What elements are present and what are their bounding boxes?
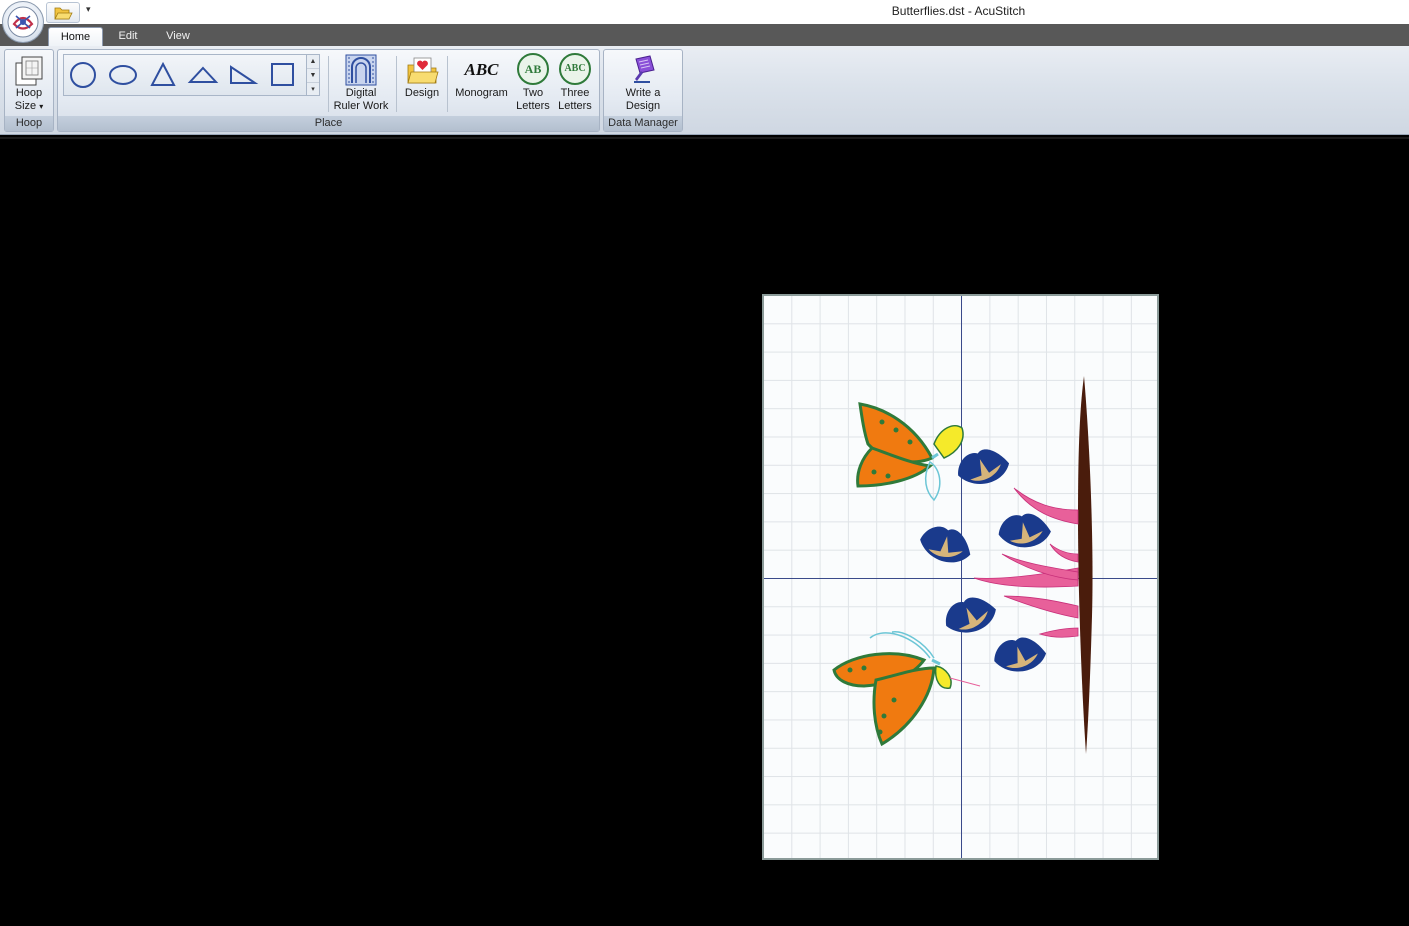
- app-orb-icon[interactable]: [2, 1, 44, 43]
- digital-ruler-label-1: Digital: [345, 87, 377, 99]
- ribbon-tab-bar: [0, 24, 1409, 46]
- hoop-size-label-2: Size ▾: [14, 100, 44, 112]
- design-button[interactable]: Design: [400, 53, 444, 100]
- two-letters-icon: AB: [517, 53, 549, 85]
- embroidery-design[interactable]: [764, 296, 1157, 858]
- monogram-label: Monogram: [455, 87, 508, 99]
- title-bar: ▾ Butterflies.dst - AcuStitch: [0, 0, 1409, 24]
- group-label-place: Place: [58, 116, 599, 131]
- triangle-shape-icon[interactable]: [150, 61, 176, 86]
- write-design-label-2: Design: [625, 100, 661, 112]
- three-letters-label-2: Letters: [558, 100, 592, 112]
- write-design-icon: [634, 55, 655, 83]
- group-label-data-manager: Data Manager: [604, 116, 682, 131]
- tab-view[interactable]: View: [158, 27, 198, 46]
- design-workspace[interactable]: [0, 137, 1409, 926]
- digital-ruler-work-button[interactable]: Digital Ruler Work: [331, 53, 391, 113]
- write-design-label-1: Write a: [625, 87, 661, 99]
- separator: [328, 56, 329, 112]
- shape-gallery-icons: [70, 61, 294, 88]
- hoop-size-label-1: Hoop: [15, 87, 43, 99]
- monogram-button[interactable]: ABC Monogram: [451, 53, 512, 100]
- shape-gallery: [63, 54, 309, 96]
- chevron-down-icon: ▾: [39, 102, 44, 111]
- separator: [447, 56, 448, 112]
- two-letters-button[interactable]: AB Two Letters: [514, 53, 552, 113]
- square-shape-icon[interactable]: [271, 63, 294, 86]
- two-letters-label-2: Letters: [516, 100, 550, 112]
- digital-ruler-label-2: Ruler Work: [333, 100, 389, 112]
- gallery-more-icon[interactable]: ▾: [307, 83, 319, 96]
- three-letters-button[interactable]: ABC Three Letters: [555, 53, 595, 113]
- three-letters-label-1: Three: [560, 87, 590, 99]
- hoop-size-icon: [15, 56, 43, 86]
- window-title: Butterflies.dst - AcuStitch: [891, 4, 1026, 18]
- right-triangle-shape-icon[interactable]: [230, 65, 259, 84]
- separator: [396, 56, 397, 112]
- ellipse-shape-icon[interactable]: [109, 65, 137, 85]
- design-label: Design: [404, 87, 440, 99]
- two-letters-label-1: Two: [522, 87, 544, 99]
- tab-home[interactable]: Home: [48, 27, 103, 47]
- gallery-up-icon[interactable]: ▲: [307, 55, 319, 69]
- write-a-design-button[interactable]: Write a Design: [613, 53, 673, 113]
- design-icon: [407, 57, 439, 84]
- tab-edit[interactable]: Edit: [108, 27, 148, 46]
- hoop-canvas[interactable]: [762, 294, 1159, 860]
- three-letters-icon: ABC: [559, 53, 591, 85]
- wide-triangle-shape-icon[interactable]: [187, 66, 219, 83]
- group-label-hoop: Hoop: [5, 116, 53, 131]
- hoop-size-button[interactable]: Hoop Size ▾: [7, 53, 51, 113]
- digital-ruler-icon: [345, 54, 377, 86]
- butterfly-top: [856, 402, 964, 502]
- circle-shape-icon[interactable]: [70, 62, 96, 88]
- gallery-down-icon[interactable]: ▼: [307, 69, 319, 83]
- butterfly-bottom: [832, 631, 981, 747]
- flower-stem: [1078, 376, 1093, 754]
- app-logo-icon: [7, 6, 39, 38]
- gallery-scroll[interactable]: ▲ ▼ ▾: [306, 54, 320, 96]
- monogram-icon: ABC: [464, 60, 499, 79]
- blue-flowers: [920, 449, 1051, 672]
